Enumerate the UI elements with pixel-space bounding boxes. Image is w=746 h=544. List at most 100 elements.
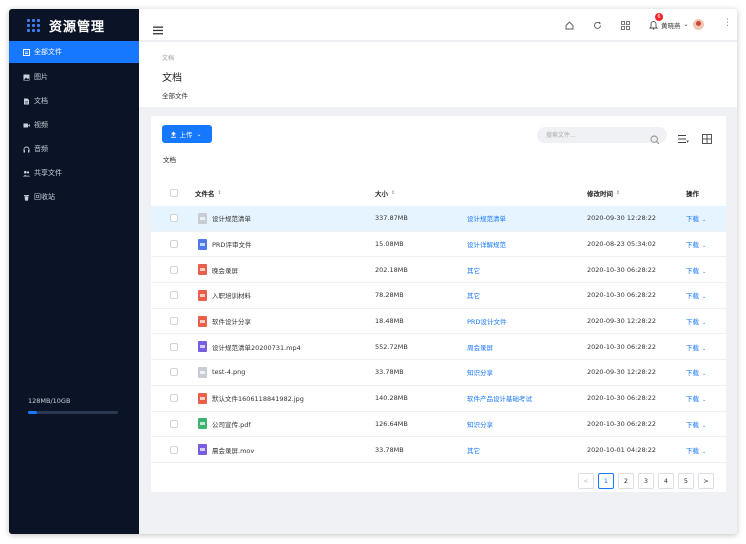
table-row[interactable]: 晚会录屏 202.18MB 其它 2020-10-30 06:28:22 下载 ⌄: [151, 257, 726, 284]
column-name-label: 文件名: [195, 190, 215, 198]
chevron-down-icon: ⌄: [702, 243, 707, 250]
file-category-link[interactable]: 设计详解规范: [467, 239, 506, 249]
sort-icon: ⇕: [217, 190, 222, 196]
download-button[interactable]: 下载 ⌄: [686, 393, 706, 403]
download-button[interactable]: 下载 ⌄: [686, 342, 706, 352]
apps-icon[interactable]: [619, 19, 631, 31]
upload-button[interactable]: 上传 ⌄: [162, 125, 212, 143]
column-modified[interactable]: 修改时间 ⇕: [587, 180, 620, 206]
row-checkbox[interactable]: [170, 317, 178, 326]
column-name[interactable]: 文件名 ⇕: [195, 180, 222, 206]
more-vertical-icon[interactable]: ⋮: [723, 18, 732, 28]
document-icon: [23, 98, 30, 105]
row-checkbox[interactable]: [170, 394, 178, 403]
app-logo[interactable]: 资源管理: [9, 9, 139, 41]
download-button[interactable]: 下载 ⌄: [686, 316, 706, 326]
sidebar-item-audio[interactable]: 音频: [9, 137, 139, 161]
download-button[interactable]: 下载 ⌄: [686, 367, 706, 377]
user-menu[interactable]: 黄晓燕 ⌄: [661, 19, 704, 30]
file-category-link[interactable]: 周会录屏: [467, 342, 493, 352]
file-type-icon: [198, 238, 207, 250]
file-category-link[interactable]: 其它: [467, 265, 480, 275]
column-size[interactable]: 大小 ⇕: [375, 180, 395, 206]
download-button[interactable]: 下载 ⌄: [686, 239, 706, 249]
table-row[interactable]: 设计规范清单20200731.mp4 552.72MB 周会录屏 2020-10-30…: [151, 334, 726, 361]
bell-icon[interactable]: 6: [647, 13, 663, 31]
sidebar-item-images[interactable]: 图片: [9, 65, 139, 89]
page-button-3[interactable]: 3: [638, 473, 654, 489]
download-button[interactable]: 下载 ⌄: [686, 213, 706, 223]
file-name[interactable]: test-4.png: [212, 368, 245, 376]
chevron-down-icon: ⌄: [702, 371, 707, 378]
search-icon[interactable]: [650, 130, 660, 149]
file-category-link[interactable]: 其它: [467, 445, 480, 455]
sidebar-item-trash[interactable]: 回收站: [9, 185, 139, 209]
user-name: 黄晓燕: [661, 21, 681, 30]
row-checkbox[interactable]: [170, 265, 178, 274]
page-button-4[interactable]: 4: [658, 473, 674, 489]
table-row[interactable]: 公司宣传.pdf 126.64MB 知识分享 2020-10-30 06:28:22 下…: [151, 412, 726, 438]
home-icon[interactable]: [563, 19, 575, 31]
table-row[interactable]: PRD评审文件 15.08MB 设计详解规范 2020-08-23 05:34:02 下…: [151, 232, 726, 258]
table-row[interactable]: 入职培训材料 78.28MB 其它 2020-10-30 06:28:22 下载 ⌄: [151, 283, 726, 309]
chevron-down-icon: ⌄: [702, 294, 707, 301]
file-modified: 2020-10-30 06:28:22: [587, 419, 657, 428]
file-name[interactable]: 默认文件1606118841982.jpg: [212, 393, 304, 403]
column-size-label: 大小: [375, 190, 388, 198]
file-category-link[interactable]: 其它: [467, 290, 480, 300]
row-checkbox[interactable]: [170, 240, 178, 249]
row-checkbox[interactable]: [170, 368, 178, 377]
search-input[interactable]: [546, 129, 646, 141]
file-category-link[interactable]: PRD设计文件: [467, 316, 506, 326]
sidebar-item-all-files[interactable]: 全部文件: [9, 41, 139, 63]
sidebar-item-documents[interactable]: 文档: [9, 89, 139, 113]
chevron-down-icon: ⌄: [702, 345, 707, 352]
file-name[interactable]: 公司宣传.pdf: [212, 419, 251, 429]
sidebar-item-videos[interactable]: 视频: [9, 113, 139, 137]
row-checkbox[interactable]: [170, 419, 178, 428]
download-button[interactable]: 下载 ⌄: [686, 290, 706, 300]
sidebar-item-shared[interactable]: 共享文件: [9, 161, 139, 185]
grid-view-icon[interactable]: [702, 129, 712, 148]
file-category-link[interactable]: 设计规范清单: [467, 213, 506, 223]
file-name[interactable]: 入职培训材料: [212, 290, 251, 300]
download-button[interactable]: 下载 ⌄: [686, 419, 706, 429]
page-button-5[interactable]: 5: [678, 473, 694, 489]
row-checkbox[interactable]: [170, 214, 178, 223]
breadcrumb[interactable]: 文档: [162, 53, 174, 62]
file-list-card: 上传 ⌄ 文档 文件名⇕ 大小⇕ 修改时间⇕ 操作 设计规范清单337.87MB…: [151, 116, 726, 492]
table-row[interactable]: 软件设计分享 18.48MB PRD设计文件 2020-09-30 12:28:22 下…: [151, 309, 726, 335]
file-name[interactable]: 软件设计分享: [212, 316, 251, 326]
row-checkbox[interactable]: [170, 342, 178, 351]
table-row[interactable]: 晨会录屏.mov 33.78MB 其它 2020-10-01 04:28:22 下载 ⌄: [151, 437, 726, 463]
menu-icon[interactable]: [153, 20, 163, 39]
table-row[interactable]: 默认文件1606118841982.jpg 140.28MB 软件产品设计基础考试 2…: [151, 386, 726, 412]
trash-icon: [23, 194, 30, 201]
list-view-icon[interactable]: [678, 129, 689, 148]
page-button-1[interactable]: 1: [598, 473, 614, 489]
table-row[interactable]: 设计规范清单 337.87MB 设计规范清单 2020-09-30 12:28:22 下…: [151, 206, 726, 232]
file-category-link[interactable]: 知识分享: [467, 367, 493, 377]
file-name[interactable]: 设计规范清单: [212, 213, 251, 223]
file-name[interactable]: 晚会录屏: [212, 265, 238, 275]
file-size: 202.18MB: [375, 265, 408, 274]
file-name[interactable]: 设计规范清单20200731.mp4: [212, 342, 301, 352]
row-checkbox[interactable]: [170, 445, 178, 454]
file-category-link[interactable]: 软件产品设计基础考试: [467, 393, 532, 403]
download-label: 下载: [686, 215, 699, 224]
select-all-checkbox[interactable]: [170, 189, 178, 197]
row-checkbox[interactable]: [170, 291, 178, 300]
prev-page-button[interactable]: <: [578, 473, 594, 489]
next-page-button[interactable]: >: [698, 473, 714, 489]
avatar: [692, 19, 704, 30]
file-size: 15.08MB: [375, 240, 404, 249]
file-name[interactable]: PRD评审文件: [212, 239, 251, 249]
download-button[interactable]: 下载 ⌄: [686, 445, 706, 455]
table-row[interactable]: test-4.png 33.78MB 知识分享 2020-09-30 12:28:22…: [151, 360, 726, 386]
refresh-icon[interactable]: [591, 19, 603, 31]
file-type-icon: [198, 444, 207, 456]
file-name[interactable]: 晨会录屏.mov: [212, 445, 254, 455]
page-button-2[interactable]: 2: [618, 473, 634, 489]
file-category-link[interactable]: 知识分享: [467, 419, 493, 429]
download-button[interactable]: 下载 ⌄: [686, 265, 706, 275]
